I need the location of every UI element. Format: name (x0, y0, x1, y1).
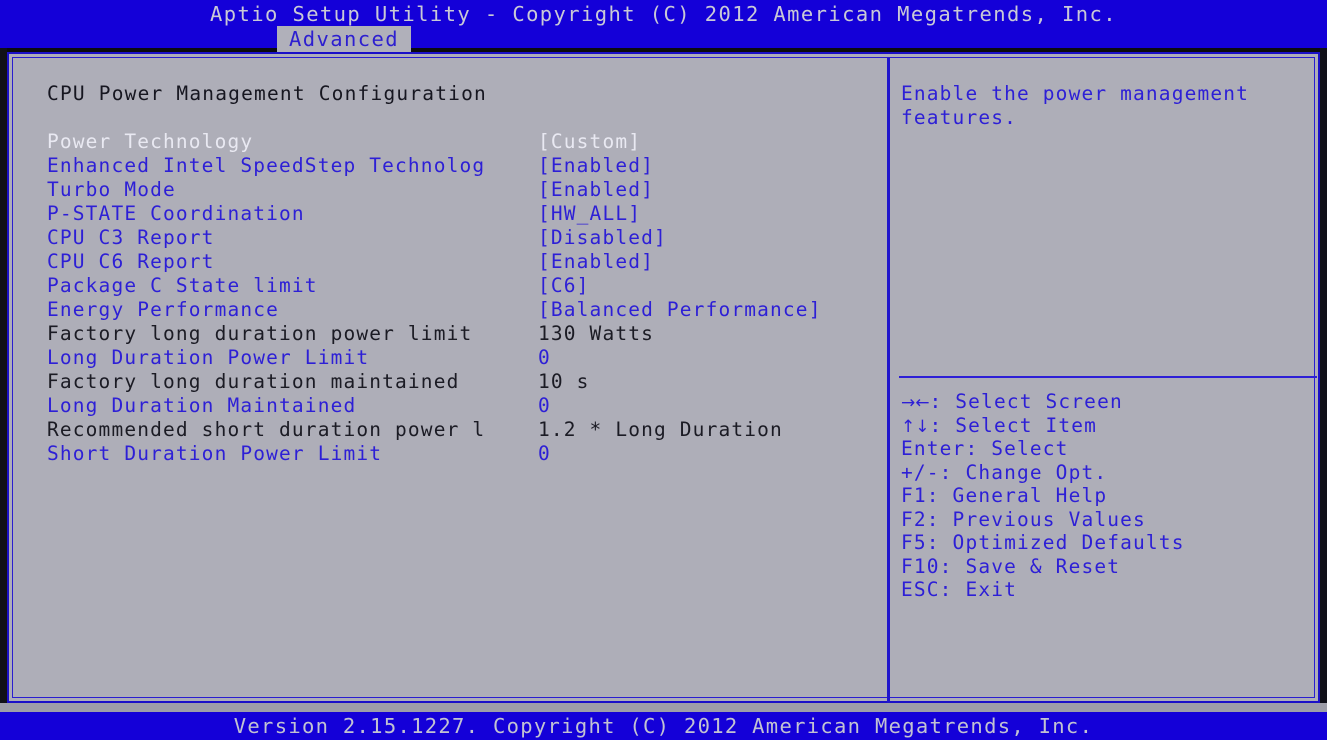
setting-value: 130 Watts (538, 322, 655, 345)
setting-row[interactable]: Enhanced Intel SpeedStep Technolog [Enabl… (13, 154, 887, 178)
section-title: CPU Power Management Configuration (47, 82, 487, 105)
setting-value[interactable]: [HW_ALL] (538, 202, 641, 226)
screen-right-bezel (1320, 48, 1327, 712)
setting-value[interactable]: [Disabled] (538, 226, 667, 250)
setting-value[interactable]: [Balanced Performance] (538, 298, 822, 322)
setting-label: CPU C6 Report (47, 250, 215, 273)
setting-label: Enhanced Intel SpeedStep Technolog (47, 154, 486, 177)
key-legend: →←: Select Screen ↑↓: Select Item Enter: S… (901, 390, 1316, 602)
page-title: Aptio Setup Utility - Copyright (C) 2012… (210, 2, 1117, 26)
setting-label: Turbo Mode (47, 178, 176, 201)
setting-row[interactable]: P-STATE Coordination [HW_ALL] (13, 202, 887, 226)
screen-left-bezel (0, 48, 7, 712)
key-legend-text: Enter: Select (901, 437, 1069, 460)
bios-setup-screen: Aptio Setup Utility - Copyright (C) 2012… (0, 0, 1327, 740)
setting-label: Factory long duration power limit (47, 322, 473, 345)
key-legend-row: Enter: Select (901, 437, 1316, 461)
key-legend-row: ESC: Exit (901, 578, 1316, 602)
tab-strip: Advanced (0, 26, 1327, 52)
setting-label: CPU C3 Report (47, 226, 215, 249)
setting-label: Factory long duration maintained (47, 370, 460, 393)
key-legend-row: F1: General Help (901, 484, 1316, 508)
setting-row[interactable]: Long Duration Maintained 0 (13, 394, 887, 418)
header-band: Aptio Setup Utility - Copyright (C) 2012… (0, 0, 1327, 52)
key-legend-row: F2: Previous Values (901, 508, 1316, 532)
key-legend-row: F10: Save & Reset (901, 555, 1316, 579)
setting-row[interactable]: Package C State limit [C6] (13, 274, 887, 298)
setting-value[interactable]: [Enabled] (538, 250, 654, 274)
setting-value[interactable]: 0 (538, 394, 551, 418)
version-text: Version 2.15.1227. Copyright (C) 2012 Am… (233, 714, 1094, 738)
setting-row[interactable]: Energy Performance [Balanced Performance] (13, 298, 887, 322)
footer-strip (0, 703, 1327, 712)
setting-row: Factory long duration maintained 10 s (13, 370, 887, 394)
setting-value[interactable]: [Enabled] (538, 178, 654, 202)
setting-label: Long Duration Power Limit (47, 346, 370, 369)
settings-list: Power Technology [Custom] Enhanced Intel S… (13, 130, 887, 466)
setting-label: Recommended short duration power l (47, 418, 486, 441)
setting-row[interactable]: Short Duration Power Limit 0 (13, 442, 887, 466)
key-legend-row: ↑↓: Select Item (901, 414, 1316, 438)
key-legend-row: F5: Optimized Defaults (901, 531, 1316, 555)
main-frame: CPU Power Management Configuration Power… (7, 52, 1320, 703)
setting-label: Short Duration Power Limit (47, 442, 383, 465)
key-legend-row: +/-: Change Opt. (901, 461, 1316, 485)
setting-value[interactable]: [C6] (538, 274, 590, 298)
setting-label: P-STATE Coordination (47, 202, 305, 225)
setting-row[interactable]: CPU C3 Report [Disabled] (13, 226, 887, 250)
key-legend-text: F2: Previous Values (901, 507, 1146, 531)
footer-band: Version 2.15.1227. Copyright (C) 2012 Am… (0, 712, 1327, 740)
key-legend-text: : Select Screen (929, 390, 1123, 413)
setting-row[interactable]: CPU C6 Report [Enabled] (13, 250, 887, 274)
setting-value: 10 s (538, 370, 590, 393)
arrow-keys-icon: ↑↓ (901, 416, 930, 437)
setting-label: Energy Performance (47, 298, 280, 321)
setting-value: 1.2 * Long Duration (538, 418, 783, 441)
key-legend-text: ESC: Exit (901, 578, 1018, 601)
setting-value[interactable]: [Custom] (538, 130, 641, 154)
main-frame-inner-border: CPU Power Management Configuration Power… (12, 57, 1317, 703)
setting-label: Power Technology (47, 130, 254, 153)
settings-panel: CPU Power Management Configuration Power… (13, 58, 887, 703)
arrow-keys-icon: →← (901, 393, 930, 413)
setting-row: Recommended short duration power l 1.2 * … (13, 418, 887, 442)
setting-value[interactable]: 0 (538, 346, 551, 370)
help-divider (899, 376, 1317, 378)
help-panel: Enable the power management features. →←… (890, 58, 1320, 703)
setting-row[interactable]: Long Duration Power Limit 0 (13, 346, 887, 370)
key-legend-text: F10: Save & Reset (901, 554, 1121, 578)
setting-value[interactable]: 0 (538, 442, 551, 466)
key-legend-text: : Select Item (929, 413, 1098, 437)
setting-row[interactable]: Turbo Mode [Enabled] (13, 178, 887, 202)
key-legend-row: →←: Select Screen (901, 390, 1316, 414)
setting-label: Package C State limit (47, 274, 318, 297)
key-legend-text: F5: Optimized Defaults (901, 531, 1185, 554)
help-description: Enable the power management features. (901, 82, 1262, 129)
setting-row: Factory long duration power limit 130 Wat… (13, 322, 887, 346)
key-legend-text: F1: General Help (901, 484, 1108, 507)
key-legend-text: +/-: Change Opt. (901, 460, 1108, 484)
setting-row[interactable]: Power Technology [Custom] (13, 130, 887, 154)
setting-label: Long Duration Maintained (47, 394, 357, 417)
tab-advanced[interactable]: Advanced (277, 26, 411, 52)
setting-value[interactable]: [Enabled] (538, 154, 654, 178)
